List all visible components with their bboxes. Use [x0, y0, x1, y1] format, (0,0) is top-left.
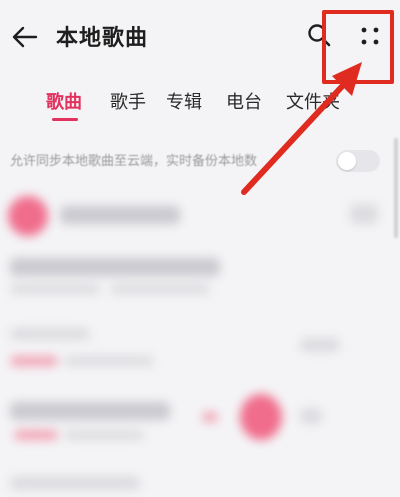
list-item [10, 284, 100, 294]
active-tab-indicator [52, 118, 78, 121]
list-item [240, 394, 282, 440]
list-item [10, 402, 170, 420]
toggle-knob [338, 152, 356, 170]
list-item [110, 284, 210, 294]
tab-folders[interactable]: 文件夹 [286, 88, 340, 114]
list-item [10, 476, 140, 490]
page-title: 本地歌曲 [56, 26, 149, 51]
cloud-sync-row: 允许同步本地歌曲至云端，实时备份本地数 [0, 144, 400, 174]
list-item [10, 356, 58, 366]
back-button[interactable] [10, 22, 40, 52]
list-item [10, 258, 220, 276]
list-item [350, 204, 378, 224]
tab-artists[interactable]: 歌手 [110, 88, 146, 114]
tab-bar: 歌曲 歌手 专辑 电台 文件夹 [0, 84, 400, 124]
list-item [14, 430, 58, 440]
cloud-sync-text: 允许同步本地歌曲至云端，实时备份本地数 [10, 154, 258, 169]
list-item [300, 408, 322, 424]
local-songs-screen: 本地歌曲 歌曲 歌手 专辑 电台 文件夹 允许同步本地歌曲至云端，实时备份本地数 [0, 0, 400, 497]
tab-radio[interactable]: 电台 [226, 88, 262, 114]
play-all-icon [8, 196, 48, 236]
blurred-song-list [0, 180, 400, 497]
tab-songs[interactable]: 歌曲 [46, 88, 82, 114]
annotation-highlight-box [322, 10, 394, 84]
list-item [300, 338, 340, 352]
list-item [64, 356, 154, 366]
list-item [64, 430, 144, 440]
back-arrow-icon [12, 26, 38, 48]
list-item [60, 206, 180, 224]
tab-albums[interactable]: 专辑 [166, 88, 202, 114]
header: 本地歌曲 [0, 0, 400, 84]
list-item [202, 412, 218, 422]
list-item [10, 328, 90, 340]
cloud-sync-toggle[interactable] [336, 150, 380, 172]
